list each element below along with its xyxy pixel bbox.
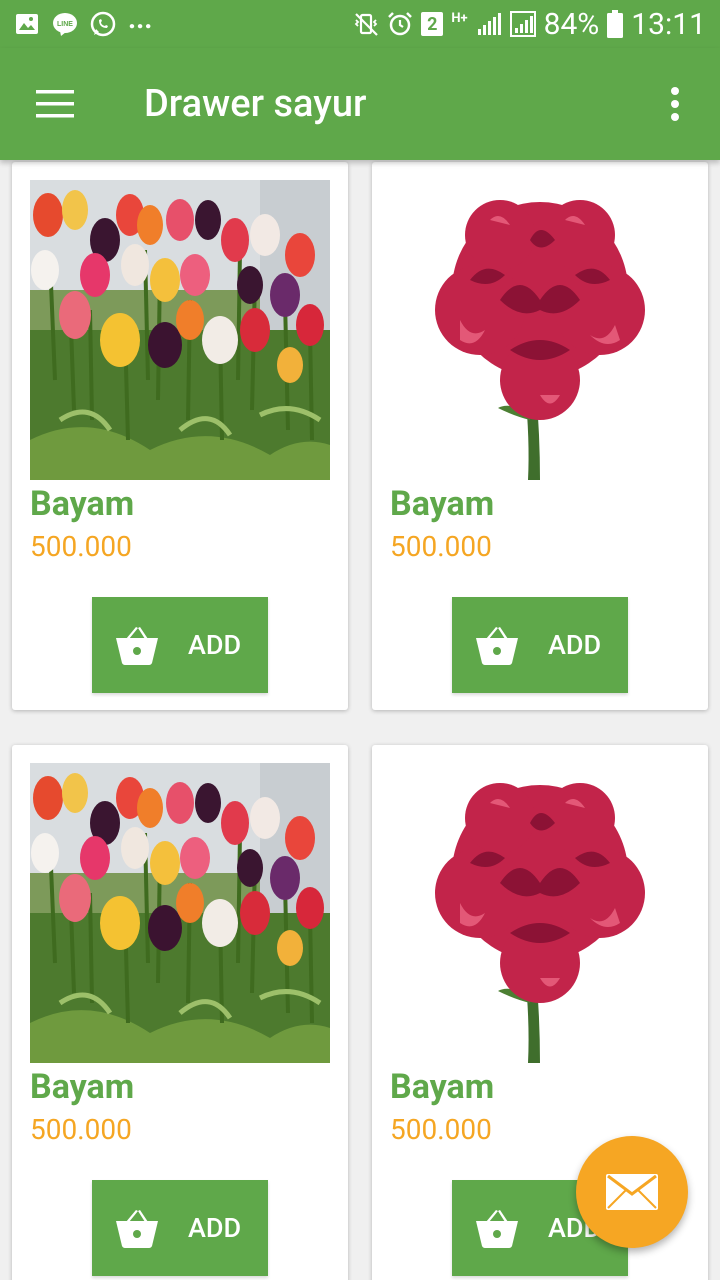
more-notifications: ... xyxy=(128,2,153,35)
product-image xyxy=(30,180,330,480)
add-to-cart-button[interactable]: ADD xyxy=(92,1180,268,1276)
svg-text:LINE: LINE xyxy=(57,21,73,28)
alarm-icon xyxy=(388,12,413,36)
overflow-menu-button[interactable] xyxy=(630,48,720,160)
add-button-label: ADD xyxy=(548,629,602,661)
signal-icon xyxy=(477,13,501,35)
mail-icon xyxy=(606,1174,658,1210)
basket-icon xyxy=(116,1210,158,1248)
product-name: Bayam xyxy=(30,1067,135,1107)
basket-icon xyxy=(476,1210,518,1248)
menu-button[interactable] xyxy=(0,48,112,160)
product-card[interactable]: Bayam 500.000 ADD xyxy=(12,745,348,1280)
signal-box-icon xyxy=(509,11,536,37)
line-app-icon: LINE xyxy=(53,13,77,36)
product-grid: Bayam 500.000 ADD Bayam 500.000 ADD Baya… xyxy=(0,160,720,1280)
sim-badge: 2 xyxy=(421,12,444,36)
hamburger-icon xyxy=(36,90,74,118)
whatsapp-icon xyxy=(90,11,116,37)
battery-icon xyxy=(607,10,624,38)
add-to-cart-button[interactable]: ADD xyxy=(92,597,268,693)
status-bar: LINE ... 2 H+ 84% 13:11 xyxy=(0,0,720,48)
product-name: Bayam xyxy=(30,484,135,524)
clock: 13:11 xyxy=(631,6,706,42)
product-image xyxy=(390,180,690,480)
product-image xyxy=(390,763,690,1063)
app-bar: Drawer sayur xyxy=(0,48,720,160)
product-card[interactable]: Bayam 500.000 ADD xyxy=(12,162,348,710)
more-vert-icon xyxy=(671,87,679,121)
add-to-cart-button[interactable]: ADD xyxy=(452,597,628,693)
gallery-notification-icon xyxy=(16,14,38,34)
battery-percent: 84% xyxy=(543,6,600,42)
add-button-label: ADD xyxy=(188,1212,242,1244)
product-price: 500.000 xyxy=(390,1113,492,1146)
product-price: 500.000 xyxy=(30,1113,132,1146)
vibrate-mute-icon xyxy=(355,13,379,36)
network-type: H+ xyxy=(451,10,468,26)
basket-icon xyxy=(116,627,158,665)
product-price: 500.000 xyxy=(390,530,492,563)
product-card[interactable]: Bayam 500.000 ADD xyxy=(372,162,708,710)
product-image xyxy=(30,763,330,1063)
mail-fab-button[interactable] xyxy=(576,1136,688,1248)
product-name: Bayam xyxy=(390,1067,495,1107)
app-title: Drawer sayur xyxy=(144,82,367,126)
product-price: 500.000 xyxy=(30,530,132,563)
add-button-label: ADD xyxy=(188,629,242,661)
product-name: Bayam xyxy=(390,484,495,524)
basket-icon xyxy=(476,627,518,665)
